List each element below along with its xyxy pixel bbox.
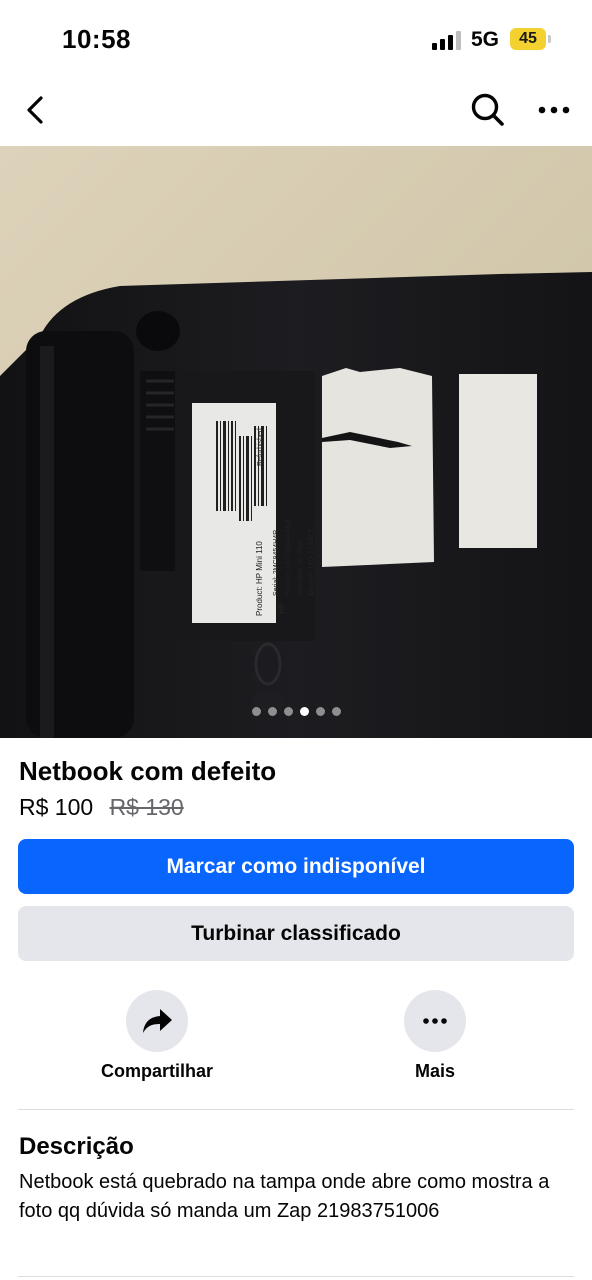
carousel-dot[interactable] — [267, 707, 277, 716]
carousel-dots — [0, 707, 592, 716]
description-text: Netbook está quebrado na tampa onde abre… — [19, 1171, 550, 1222]
share-icon — [143, 1009, 172, 1033]
divider — [18, 1276, 574, 1277]
divider — [18, 1109, 574, 1110]
svg-text:Product: HP Mini 110: Product: HP Mini 110 — [255, 541, 264, 616]
carousel-dot[interactable] — [331, 707, 341, 716]
listing-title: Netbook com defeito — [19, 756, 277, 786]
carousel-dot-active[interactable] — [299, 707, 309, 716]
original-price: R$ 130 — [109, 794, 184, 820]
status-time: 10:58 — [62, 24, 131, 54]
boost-listing-button[interactable]: Turbinar classificado — [18, 906, 574, 961]
network-type: 5G — [471, 28, 500, 51]
more-label: Mais — [414, 1061, 456, 1081]
share-action[interactable]: Compartilhar — [77, 990, 237, 1082]
signal-icon — [432, 30, 462, 50]
svg-text:Warranty: 90 days: Warranty: 90 days — [297, 539, 304, 596]
current-price: R$ 100 — [19, 794, 94, 820]
more-button[interactable] — [404, 990, 466, 1052]
description-heading: Descrição — [19, 1133, 134, 1160]
nav-bar — [0, 78, 592, 144]
search-button[interactable] — [464, 86, 512, 134]
svg-text:Model: 110-1134CL: Model: 110-1134CL — [307, 526, 316, 596]
more-horizontal-icon — [538, 106, 570, 114]
photo-illustration: Product: HP Mini 110 Refurbished Serial:… — [0, 146, 592, 738]
more-action[interactable]: Mais — [355, 990, 515, 1082]
battery-tip — [548, 35, 551, 43]
carousel-dot[interactable] — [315, 707, 325, 716]
chevron-left-icon — [27, 96, 43, 124]
mark-unavailable-button[interactable]: Marcar como indisponível — [18, 839, 574, 894]
status-bar: 10:58 5G 45 — [0, 0, 592, 78]
svg-text:HP: HP — [277, 602, 286, 614]
more-options-button[interactable] — [530, 86, 578, 134]
search-icon — [471, 93, 504, 126]
price-row: R$ 100 R$ 130 — [19, 794, 184, 821]
svg-text:Product: VU748AA#ABA: Product: VU748AA#ABA — [285, 519, 292, 596]
svg-text:Serial: 2MC9454H4R: Serial: 2MC9454H4R — [273, 530, 280, 596]
share-label: Compartilhar — [100, 1061, 214, 1081]
more-horizontal-icon — [423, 1018, 447, 1024]
carousel-dot[interactable] — [283, 707, 293, 716]
back-button[interactable] — [12, 86, 60, 134]
carousel-dot[interactable] — [251, 707, 261, 716]
listing-photo[interactable]: Product: HP Mini 110 Refurbished Serial:… — [0, 146, 592, 738]
battery-icon: 45 — [510, 28, 546, 50]
share-button[interactable] — [126, 990, 188, 1052]
